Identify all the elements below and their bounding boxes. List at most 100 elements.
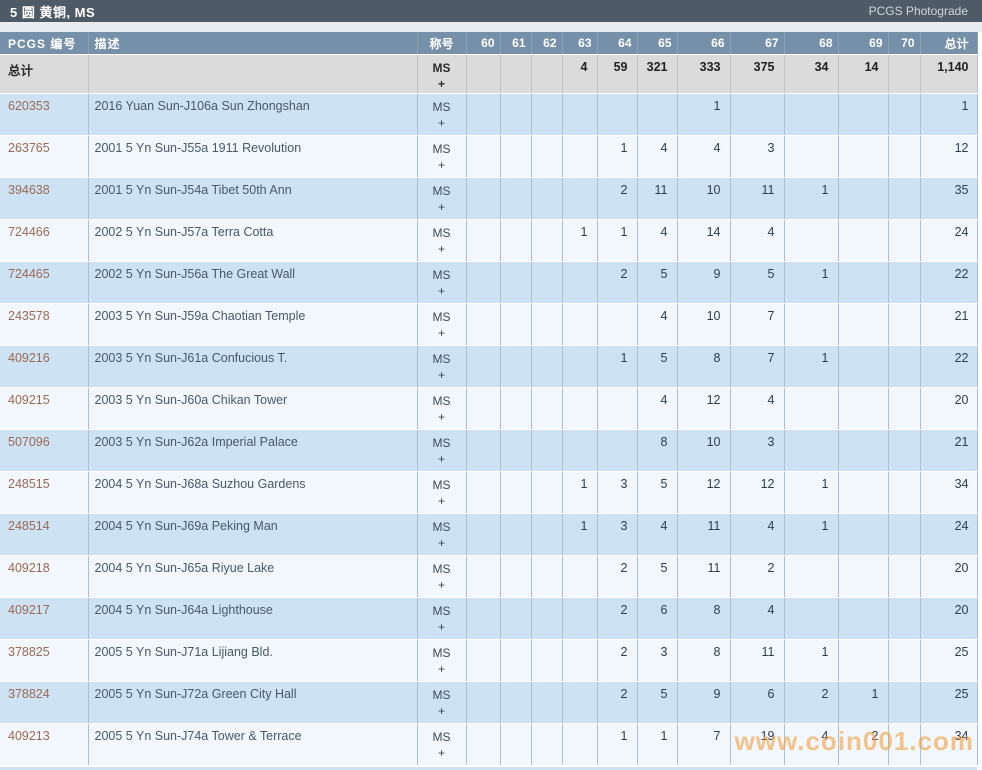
pcgs-number-link[interactable]: 378824: [0, 681, 89, 724]
grade-count: 4: [730, 513, 785, 556]
coin-description: 2005 5 Yn Sun-J74a Tower & Terrace: [88, 723, 418, 766]
grade-count: 11: [730, 177, 785, 220]
grade-count: 4: [784, 723, 839, 766]
grade-count: 11: [730, 639, 785, 682]
pcgs-number-link[interactable]: 409213: [0, 723, 89, 766]
grade-count: [466, 681, 501, 724]
grade-count: [562, 177, 598, 220]
grade-count: [838, 471, 889, 514]
grade-count: [838, 135, 889, 178]
column-header-4: 61: [500, 32, 532, 55]
pcgs-number-link[interactable]: 248514: [0, 513, 89, 556]
coin-description: 2004 5 Yn Sun-J65a Riyue Lake: [88, 555, 418, 598]
grade-count: 2: [597, 639, 638, 682]
pcgs-number-link[interactable]: 409216: [0, 345, 89, 388]
grade-count: [562, 597, 598, 640]
grade-count: [784, 93, 839, 136]
grade-count: [531, 219, 563, 262]
grade-count: 5: [730, 261, 785, 304]
pcgs-number-link[interactable]: 409218: [0, 555, 89, 598]
row-total: 1: [920, 93, 978, 136]
grade-count: 1: [784, 345, 839, 388]
grade-count: [500, 345, 532, 388]
grade-count: 10: [677, 177, 731, 220]
next-row-sliver: [0, 766, 977, 770]
coin-row: 620353 2016 Yuan Sun-J106a Sun Zhongshan M…: [0, 93, 978, 136]
designation: MS +: [417, 681, 467, 724]
pcgs-number-link[interactable]: 409215: [0, 387, 89, 430]
totals-grade-count: [466, 54, 501, 94]
totals-grade-count: [531, 54, 563, 94]
coin-description: 2016 Yuan Sun-J106a Sun Zhongshan: [88, 93, 418, 136]
row-total: 25: [920, 639, 978, 682]
grade-count: 3: [637, 639, 678, 682]
grade-count: 8: [637, 429, 678, 472]
grade-count: 1: [784, 261, 839, 304]
table-header-row: PCGS 编号 描述 称号 60 61 62 63 64 65 66 67 68 69 70 总计: [0, 32, 978, 55]
coin-description: 2004 5 Yn Sun-J69a Peking Man: [88, 513, 418, 556]
photograde-link[interactable]: PCGS Photograde: [869, 4, 968, 18]
coin-row: 263765 2001 5 Yn Sun-J55a 1911 Revolution…: [0, 135, 978, 178]
pcgs-number-link[interactable]: 724465: [0, 261, 89, 304]
grade-count: 8: [677, 597, 731, 640]
grade-count: 2: [597, 261, 638, 304]
designation: MS +: [417, 429, 467, 472]
grade-count: [466, 429, 501, 472]
grade-count: 6: [730, 681, 785, 724]
grade-count: [597, 93, 638, 136]
grade-count: [838, 261, 889, 304]
grade-count: 10: [677, 303, 731, 346]
grade-count: 3: [597, 471, 638, 514]
grade-count: [784, 555, 839, 598]
coin-row: 243578 2003 5 Yn Sun-J59a Chaotian Temple…: [0, 303, 978, 346]
coin-row: 409216 2003 5 Yn Sun-J61a Confucious T. MS…: [0, 345, 978, 388]
grade-count: [730, 93, 785, 136]
grade-count: [531, 93, 563, 136]
pcgs-number-link[interactable]: 243578: [0, 303, 89, 346]
designation: MS +: [417, 723, 467, 766]
grade-count: [500, 471, 532, 514]
table-body: 总计 MS +4 59 321 333 375 34 14 1,140 620353 2016 Yua…: [0, 54, 978, 766]
totals-grade-count: 34: [784, 54, 839, 94]
grade-count: [838, 513, 889, 556]
grade-count: [888, 135, 921, 178]
pcgs-number-link[interactable]: 263765: [0, 135, 89, 178]
pcgs-number-link[interactable]: 724466: [0, 219, 89, 262]
grade-count: 3: [730, 429, 785, 472]
row-total: 25: [920, 681, 978, 724]
grade-count: [531, 261, 563, 304]
grade-count: [888, 345, 921, 388]
population-table: PCGS 编号 描述 称号 60 61 62 63 64 65 66 67 68 69 70 总计 总计 MS…: [0, 32, 978, 766]
grade-count: [531, 135, 563, 178]
grade-count: 5: [637, 471, 678, 514]
grade-count: 3: [730, 135, 785, 178]
grade-count: 2: [838, 723, 889, 766]
grade-count: [838, 345, 889, 388]
grade-count: 1: [784, 513, 839, 556]
grade-count: 7: [730, 303, 785, 346]
grade-count: [531, 303, 563, 346]
pcgs-number-link[interactable]: 507096: [0, 429, 89, 472]
grade-count: 5: [637, 345, 678, 388]
grade-count: [466, 471, 501, 514]
grade-count: [500, 723, 532, 766]
pcgs-number-link[interactable]: 620353: [0, 93, 89, 136]
pcgs-number-link[interactable]: 378825: [0, 639, 89, 682]
grade-count: [562, 555, 598, 598]
grade-count: [838, 555, 889, 598]
grade-count: [838, 303, 889, 346]
pcgs-number-link[interactable]: 248515: [0, 471, 89, 514]
totals-grade-count: 333: [677, 54, 731, 94]
coin-description: 2001 5 Yn Sun-J55a 1911 Revolution: [88, 135, 418, 178]
pcgs-number-link[interactable]: 409217: [0, 597, 89, 640]
grade-count: 10: [677, 429, 731, 472]
grade-count: [500, 639, 532, 682]
grade-count: 5: [637, 555, 678, 598]
grade-count: [531, 429, 563, 472]
pcgs-number-link[interactable]: 394638: [0, 177, 89, 220]
grade-count: 4: [637, 135, 678, 178]
grade-count: [466, 513, 501, 556]
grade-count: 11: [637, 177, 678, 220]
grade-count: [888, 681, 921, 724]
grade-count: 19: [730, 723, 785, 766]
